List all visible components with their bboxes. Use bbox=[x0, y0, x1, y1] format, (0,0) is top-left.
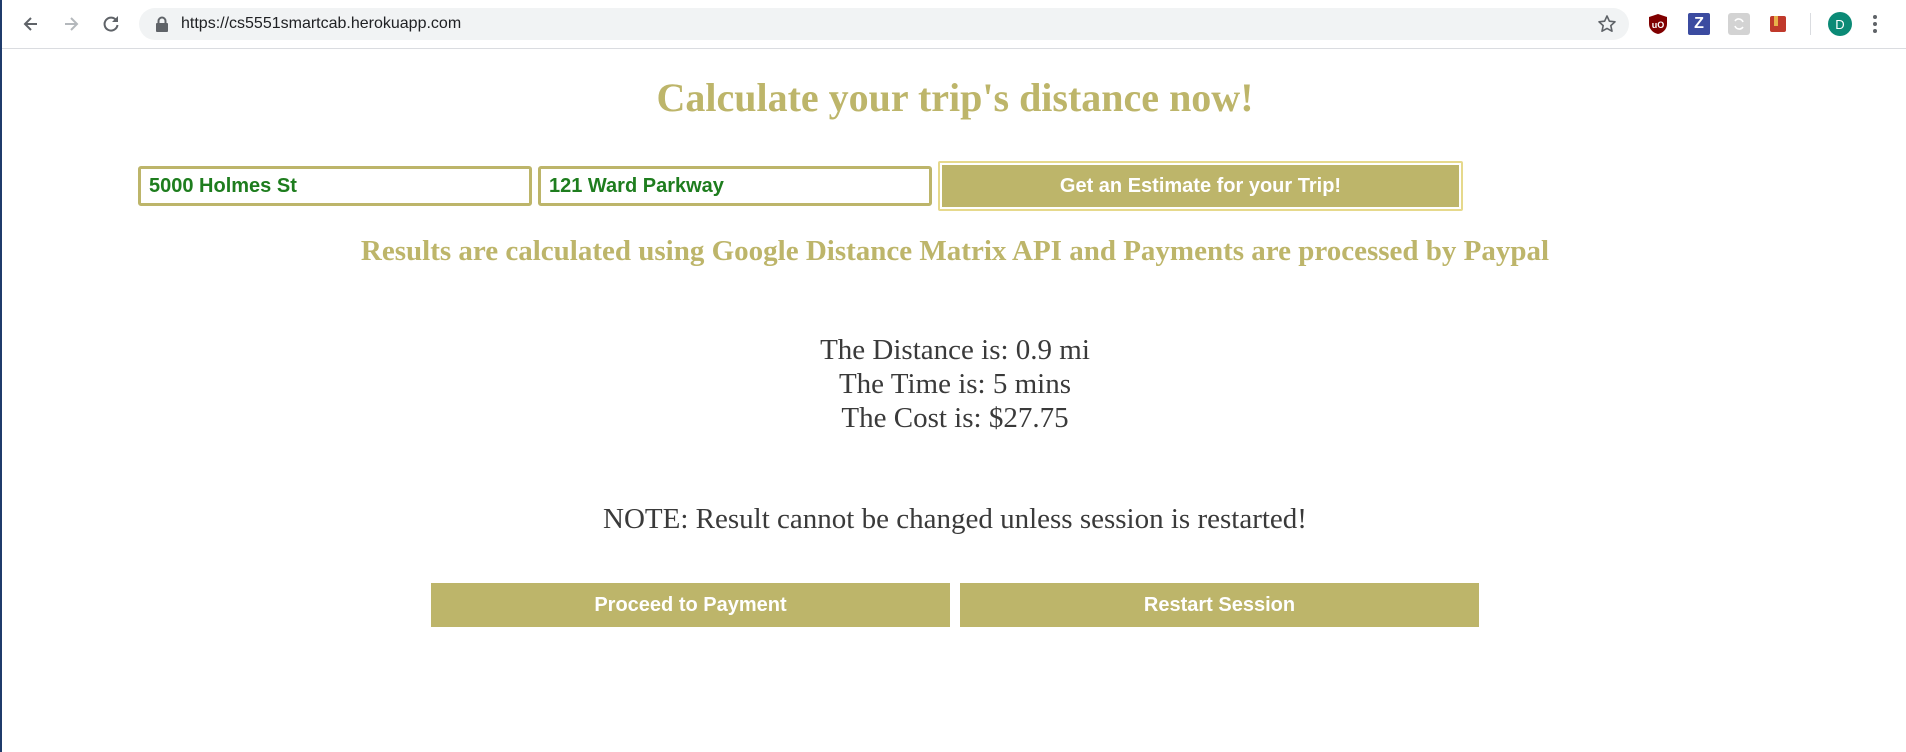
cost-result: The Cost is: $27.75 bbox=[841, 402, 1069, 434]
bookmark-star-icon[interactable] bbox=[1597, 14, 1617, 34]
origin-address-input[interactable] bbox=[138, 166, 532, 206]
sync-extension-icon[interactable] bbox=[1728, 13, 1750, 35]
trip-results: The Distance is: 0.9 mi The Time is: 5 m… bbox=[2, 333, 1906, 435]
address-bar[interactable]: https://cs5551smartcab.herokuapp.com bbox=[139, 8, 1629, 40]
forward-arrow-icon bbox=[65, 17, 79, 31]
toolbar-divider bbox=[1810, 13, 1811, 35]
back-button[interactable] bbox=[16, 9, 46, 39]
proceed-to-payment-button[interactable]: Proceed to Payment bbox=[431, 583, 950, 627]
session-note: NOTE: Result cannot be changed unless se… bbox=[603, 503, 1307, 535]
api-info-subtitle: Results are calculated using Google Dist… bbox=[360, 235, 1550, 267]
ublock-origin-icon[interactable]: uO bbox=[1647, 13, 1669, 35]
time-result: The Time is: 5 mins bbox=[838, 368, 1072, 400]
restart-session-button[interactable]: Restart Session bbox=[960, 583, 1479, 627]
reload-button[interactable] bbox=[96, 9, 126, 39]
get-estimate-label: Get an Estimate for your Trip! bbox=[942, 165, 1459, 207]
zotero-icon[interactable]: Z bbox=[1688, 13, 1710, 35]
get-estimate-button[interactable]: Get an Estimate for your Trip! bbox=[938, 161, 1463, 211]
page-title: Calculate your trip's distance now! bbox=[656, 75, 1254, 120]
lock-icon bbox=[156, 16, 168, 32]
reload-icon bbox=[103, 16, 119, 32]
forward-button[interactable] bbox=[56, 9, 86, 39]
svg-text:uO: uO bbox=[1652, 20, 1665, 30]
more-menu-icon[interactable] bbox=[1872, 14, 1878, 34]
distance-result: The Distance is: 0.9 mi bbox=[820, 334, 1090, 366]
bookmark-extension-icon[interactable] bbox=[1767, 13, 1789, 35]
back-arrow-icon bbox=[23, 17, 37, 31]
destination-address-input[interactable] bbox=[538, 166, 932, 206]
browser-toolbar: https://cs5551smartcab.herokuapp.com uO … bbox=[2, 0, 1906, 49]
profile-avatar[interactable]: D bbox=[1828, 12, 1852, 36]
url-text: https://cs5551smartcab.herokuapp.com bbox=[181, 15, 462, 32]
